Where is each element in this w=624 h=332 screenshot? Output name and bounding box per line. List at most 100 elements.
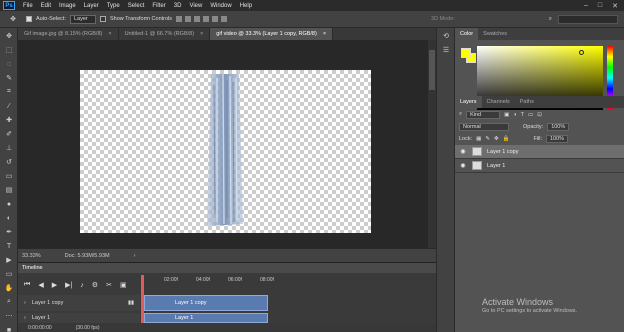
fill-input[interactable]: 100%	[546, 135, 568, 143]
settings-icon[interactable]: ⚙	[92, 281, 98, 289]
close-icon[interactable]: ×	[323, 31, 326, 37]
lock-pixels-icon[interactable]: ▦	[476, 136, 481, 142]
menu-filter[interactable]: Filter	[148, 3, 169, 9]
blend-mode-dropdown[interactable]: Normal	[459, 123, 509, 131]
timeline-clip[interactable]: Layer 1 copy	[144, 295, 268, 311]
lock-paint-icon[interactable]: ✎	[485, 136, 490, 142]
menu-layer[interactable]: Layer	[80, 3, 103, 9]
crop-icon[interactable]: ⌗	[3, 86, 15, 98]
stamp-icon[interactable]: ⊥	[3, 142, 15, 154]
pen-icon[interactable]: ✒	[3, 226, 15, 238]
menu-edit[interactable]: Edit	[37, 3, 55, 9]
align-center-icon[interactable]	[212, 16, 219, 22]
filmstrip-icon[interactable]: ▮▮	[128, 300, 134, 306]
workspace-search[interactable]	[558, 14, 618, 24]
kind-filter[interactable]: Kind	[466, 110, 501, 119]
shape-icon[interactable]: ▭	[3, 268, 15, 280]
vertical-scrollbar[interactable]	[428, 40, 436, 248]
move-icon[interactable]: ✥	[3, 30, 15, 42]
menu-file[interactable]: File	[19, 3, 37, 9]
align-bottom-icon[interactable]	[194, 16, 201, 22]
eraser-icon[interactable]: ▭	[3, 170, 15, 182]
close-button[interactable]: ✕	[612, 2, 618, 10]
marquee-icon[interactable]: ⬚	[3, 44, 15, 56]
first-frame-icon[interactable]: ⏮	[24, 281, 30, 289]
timeline-title[interactable]: Timeline	[22, 265, 43, 271]
eyedropper-icon[interactable]: ⁄	[3, 100, 15, 112]
menu-select[interactable]: Select	[124, 3, 149, 9]
align-middle-icon[interactable]	[185, 16, 192, 22]
audio-icon[interactable]: ♪	[80, 282, 84, 289]
minimize-button[interactable]: –	[584, 2, 588, 10]
quick-select-icon[interactable]: ✎	[3, 72, 15, 84]
chevron-right-icon[interactable]: ›	[24, 300, 26, 306]
menu-help[interactable]: Help	[236, 3, 256, 9]
show-transform-checkbox[interactable]	[99, 16, 106, 22]
filter-type-icon[interactable]: T	[521, 112, 524, 118]
type-icon[interactable]: T	[3, 240, 15, 252]
timeline-layer-row[interactable]: › Layer 1	[18, 313, 140, 323]
tab-untitled-1[interactable]: Untitled-1 @ 66.7% (RGB/8) ×	[118, 28, 211, 40]
tab-paths[interactable]: Paths	[515, 96, 539, 108]
blur-icon[interactable]: ●	[3, 198, 15, 210]
zoom-level[interactable]: 33.33%	[22, 253, 41, 259]
tab-layers[interactable]: Layers	[455, 96, 482, 108]
close-icon[interactable]: ×	[108, 31, 111, 37]
opacity-input[interactable]: 100%	[547, 123, 570, 131]
play-icon[interactable]: ▶	[52, 281, 57, 289]
lock-position-icon[interactable]: ✥	[494, 136, 499, 142]
scroll-thumb[interactable]	[429, 50, 435, 90]
hand-icon[interactable]: ✋	[3, 282, 15, 294]
filter-pixel-icon[interactable]: ▣	[504, 112, 509, 118]
tab-gif-video[interactable]: gif video @ 33.3% (Layer 1 copy, RGB/8) …	[210, 28, 334, 40]
gradient-icon[interactable]: ▤	[3, 184, 15, 196]
brush-icon[interactable]: ✐	[3, 128, 15, 140]
tab-gif-image[interactable]: Gif image.jpg @ 8.15% (RGB/8) ×	[18, 28, 119, 40]
color-picker-cursor[interactable]	[579, 50, 584, 55]
time-ruler[interactable]: 02:00f 04:00f 06:00f 08:00f	[140, 275, 436, 325]
timeline-clip[interactable]: Layer 1	[144, 313, 268, 323]
prev-frame-icon[interactable]: ◀	[38, 281, 43, 289]
auto-select-checkbox[interactable]	[26, 16, 32, 22]
transition-icon[interactable]: ▣	[120, 281, 127, 289]
tab-swatches[interactable]: Swatches	[478, 28, 512, 40]
auto-select-dropdown[interactable]: Layer	[69, 14, 96, 24]
path-select-icon[interactable]: ▶	[3, 254, 15, 266]
layer-row-layer-1-copy[interactable]: ◉ Layer 1 copy	[455, 145, 624, 159]
more-tools-icon[interactable]: ⋯	[3, 310, 15, 322]
tab-channels[interactable]: Channels	[482, 96, 515, 108]
color-swatch-icon[interactable]: ■	[3, 324, 15, 332]
chevron-right-icon[interactable]: ›	[24, 315, 26, 321]
align-right-icon[interactable]	[221, 16, 228, 22]
document-canvas[interactable]	[80, 70, 371, 233]
menu-window[interactable]: Window	[206, 3, 235, 9]
filter-smart-icon[interactable]: ⊡	[537, 112, 542, 118]
lock-all-icon[interactable]: 🔒	[503, 136, 510, 142]
tab-color[interactable]: Color	[455, 28, 479, 40]
next-frame-icon[interactable]: ▶|	[65, 281, 72, 289]
layer-row-layer-1[interactable]: ◉ Layer 1	[455, 159, 624, 173]
foreground-color-swatch[interactable]	[461, 48, 471, 58]
align-top-icon[interactable]	[176, 16, 183, 22]
healing-icon[interactable]: ✚	[3, 114, 15, 126]
properties-icon[interactable]: ☰	[440, 44, 452, 56]
lasso-icon[interactable]: ◌	[3, 58, 15, 70]
timeline-layer-row[interactable]: › Layer 1 copy ▮▮	[18, 295, 140, 311]
move-tool-icon[interactable]: ✥	[7, 13, 19, 25]
align-left-icon[interactable]	[203, 16, 210, 22]
menu-type[interactable]: Type	[103, 3, 124, 9]
filter-adjust-icon[interactable]: ◑	[513, 112, 516, 118]
eye-icon[interactable]: ◉	[459, 162, 467, 169]
zoom-icon[interactable]: ⌕	[3, 296, 15, 308]
filter-shape-icon[interactable]: ▭	[528, 112, 533, 118]
history-icon[interactable]: ⟲	[440, 30, 452, 42]
chevron-right-icon[interactable]: ›	[134, 253, 136, 259]
dodge-icon[interactable]: ◐	[3, 212, 15, 224]
history-brush-icon[interactable]: ↺	[3, 156, 15, 168]
maximize-button[interactable]: □	[598, 2, 602, 10]
menu-3d[interactable]: 3D	[170, 3, 186, 9]
menu-image[interactable]: Image	[55, 3, 80, 9]
search-icon[interactable]: ⌕	[549, 16, 552, 23]
eye-icon[interactable]: ◉	[459, 148, 467, 155]
close-icon[interactable]: ×	[200, 31, 203, 37]
